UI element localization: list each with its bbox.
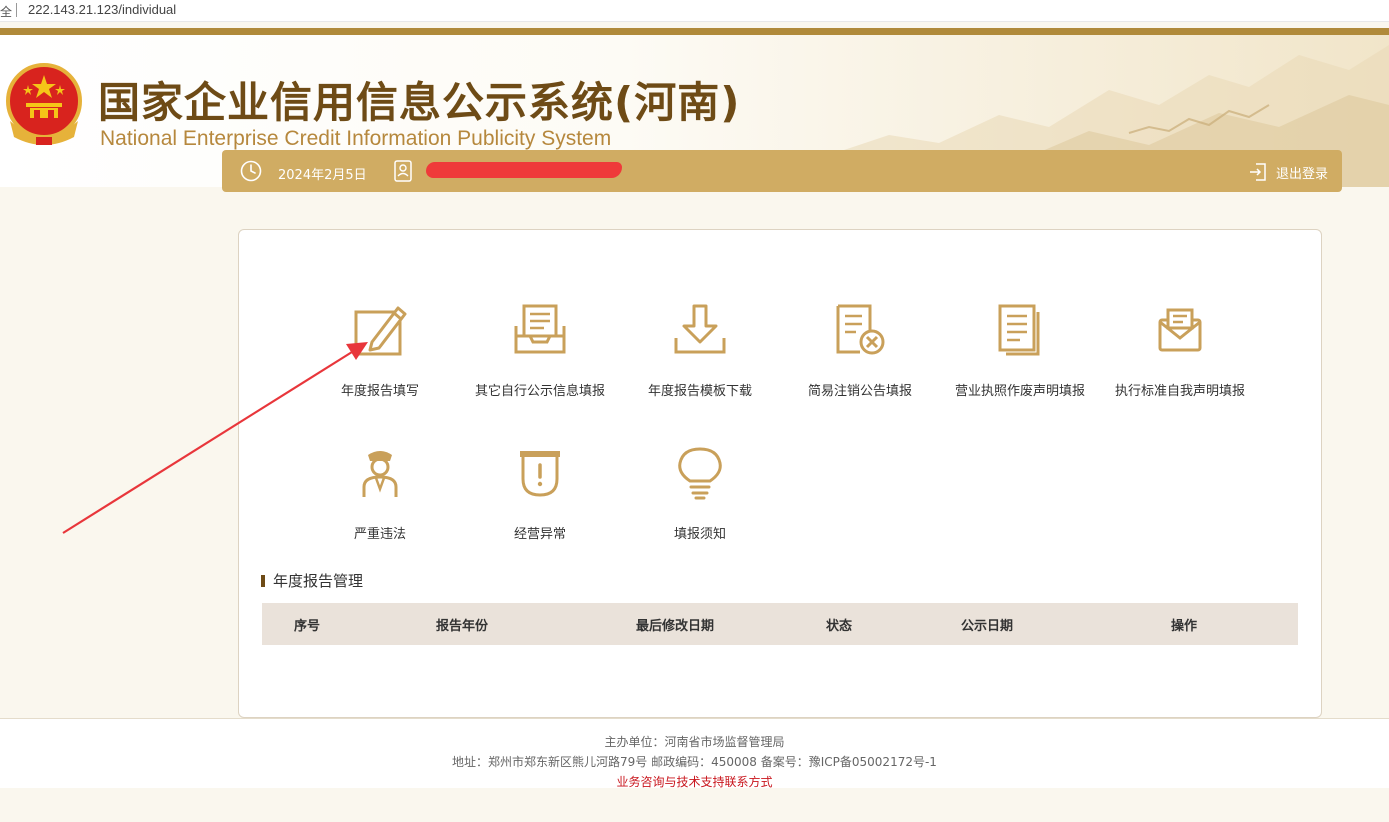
- site-subtitle: National Enterprise Credit Information P…: [100, 127, 612, 150]
- tile-label: 执行标准自我声明填报: [1114, 384, 1245, 399]
- footer-address: 地址：郑州市郑东新区熊儿河路79号 邮政编码：450008 备案号：豫ICP备0…: [452, 755, 937, 769]
- site-footer: 主办单位：河南省市场监督管理局 地址：郑州市郑东新区熊儿河路79号 邮政编码：4…: [0, 718, 1389, 790]
- alert-badge-icon: [520, 451, 560, 497]
- column-header: 状态: [825, 618, 852, 634]
- inbox-icon: [514, 304, 566, 354]
- column-header: 操作: [1170, 618, 1197, 634]
- security-indicator[interactable]: 全: [0, 3, 12, 20]
- tile-serious-violation[interactable]: 严重违法: [305, 445, 455, 555]
- document-cancel-icon: [836, 304, 885, 355]
- tile-simple-deregistration[interactable]: 简易注销公告填报: [785, 302, 935, 412]
- tile-abnormal-operation[interactable]: 经营异常: [465, 445, 615, 555]
- pencil-edit-icon: [354, 306, 407, 356]
- address-url[interactable]: 222.143.21.123/individual: [28, 2, 176, 17]
- tile-annual-report[interactable]: 年度报告填写: [305, 302, 455, 412]
- tile-label: 填报须知: [673, 527, 726, 542]
- report-table-header: 序号 报告年份 最后修改日期 状态 公示日期 操作: [262, 603, 1298, 645]
- clock-icon: [240, 160, 262, 182]
- report-management-title: 年度报告管理: [273, 572, 364, 590]
- user-badge-icon: [394, 160, 412, 182]
- column-header: 最后修改日期: [635, 618, 714, 634]
- redaction-mark: [426, 162, 622, 178]
- national-emblem-icon: [6, 63, 82, 145]
- download-icon: [674, 304, 726, 354]
- tile-label: 其它自行公示信息填报: [474, 384, 605, 399]
- site-title: 国家企业信用信息公示系统(河南): [98, 78, 741, 127]
- browser-address-bar[interactable]: 全 222.143.21.123/individual: [0, 0, 1389, 22]
- user-info-bar: 2024年2月5日 退出登录: [222, 150, 1342, 192]
- tile-template-download[interactable]: 年度报告模板下载: [625, 302, 775, 412]
- envelope-icon: [1158, 308, 1202, 352]
- column-header: 报告年份: [435, 618, 488, 634]
- tile-license-void[interactable]: 营业执照作废声明填报: [945, 302, 1095, 412]
- main-panel: 年度报告填写 其它自行公示信息填报 年度报告模板下载 简易注销公告填报 营业执照…: [238, 229, 1322, 718]
- tile-label: 经营异常: [513, 527, 566, 542]
- footer-contact-link[interactable]: 业务咨询与技术支持联系方式: [0, 773, 1389, 790]
- tile-label: 营业执照作废声明填报: [954, 384, 1085, 399]
- tile-filing-notice[interactable]: 填报须知: [625, 445, 775, 555]
- tile-label: 年度报告模板下载: [647, 384, 752, 399]
- tile-label: 简易注销公告填报: [807, 384, 912, 399]
- tile-label: 年度报告填写: [340, 384, 419, 399]
- tile-other-publicity[interactable]: 其它自行公示信息填报: [465, 302, 615, 412]
- logout-label: 退出登录: [1275, 166, 1328, 182]
- address-separator: [16, 3, 17, 17]
- user-name-redacted: [426, 160, 622, 180]
- logout-button[interactable]: 退出登录: [1248, 162, 1328, 182]
- heading-marker: [261, 574, 265, 587]
- document-lines-icon: [998, 304, 1040, 356]
- officer-icon: [362, 451, 398, 497]
- footer-organizer: 主办单位：河南省市场监督管理局: [604, 735, 785, 749]
- logout-icon: [1249, 163, 1266, 181]
- top-gold-border: [0, 28, 1389, 35]
- lightbulb-icon: [678, 447, 722, 500]
- tile-standard-declaration[interactable]: 执行标准自我声明填报: [1105, 302, 1255, 412]
- column-header: 序号: [293, 618, 320, 634]
- column-header: 公示日期: [960, 618, 1013, 634]
- tile-label: 严重违法: [353, 527, 406, 542]
- current-date: 2024年2月5日: [278, 168, 367, 183]
- report-management-heading: 年度报告管理: [261, 570, 363, 591]
